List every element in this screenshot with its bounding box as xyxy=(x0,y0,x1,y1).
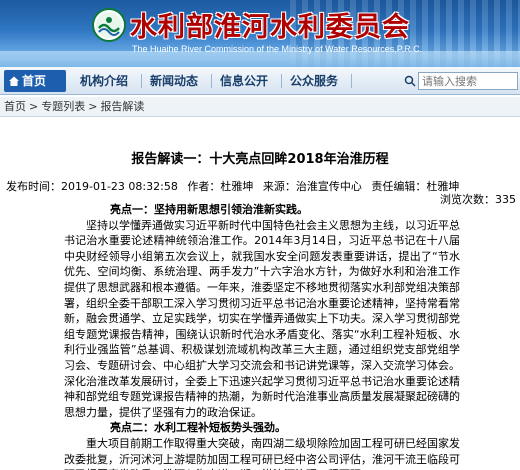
breadcrumb-home[interactable]: 首页 xyxy=(4,97,26,117)
header-banner: 水利部淮河水利委员会 The Huaihe River Commission o… xyxy=(0,0,520,67)
nav-item-gongzhong[interactable]: 公众服务 xyxy=(290,67,338,95)
breadcrumb: 首页 > 专题列表 > 报告解读 xyxy=(0,97,520,117)
nav-home-label: 首页 xyxy=(22,74,47,88)
article-paragraph: 坚持以学懂弄通做实习近平新时代中国特色社会主义思想为主线，以习近平总书记治水重要… xyxy=(64,218,460,419)
nav-item-jigou[interactable]: 机构介绍 xyxy=(80,67,128,95)
commission-logo[interactable] xyxy=(92,8,126,42)
nav-divider xyxy=(351,74,352,88)
site-title-english: The Huaihe River Commission of the Minis… xyxy=(132,44,423,54)
article-body: 亮点一：坚持用新思想引领治淮新实践。 坚持以学懂弄通做实习近平新时代中国特色社会… xyxy=(64,202,460,470)
nav-home[interactable]: 首页 xyxy=(4,70,66,92)
publish-time: 发布时间：2019-01-23 08:32:58 xyxy=(6,180,178,193)
breadcrumb-topic-list[interactable]: 专题列表 xyxy=(41,97,85,117)
article-title: 报告解读一：十大亮点回眸2018年治淮历程 xyxy=(131,152,389,167)
nav-divider xyxy=(141,74,142,88)
search-input[interactable] xyxy=(418,72,518,90)
author: 作者：杜雅坤 xyxy=(187,180,254,193)
section-heading: 亮点一：坚持用新思想引领治淮新实践。 xyxy=(110,203,308,216)
nav-item-xinwen[interactable]: 新闻动态 xyxy=(150,67,198,95)
home-icon xyxy=(9,76,19,86)
nav-item-xinxi[interactable]: 信息公开 xyxy=(220,67,268,95)
main-nav: 首页 机构介绍 新闻动态 信息公开 公众服务 xyxy=(0,67,520,95)
section-heading: 亮点二：水利工程补短板势头强劲。 xyxy=(110,421,286,435)
search-icon[interactable] xyxy=(404,75,416,87)
nav-divider xyxy=(211,74,212,88)
breadcrumb-separator: > xyxy=(88,100,98,113)
breadcrumb-current[interactable]: 报告解读 xyxy=(100,97,144,117)
breadcrumb-separator: > xyxy=(29,100,39,113)
nav-divider xyxy=(281,74,282,88)
source: 来源：治淮宣传中心 xyxy=(262,180,362,193)
article-paragraph: 重大项目前期工作取得重大突破，南四湖二级坝除险加固工程可研已经国家发改委批复，沂… xyxy=(64,436,460,470)
site-title: 水利部淮河水利委员会 xyxy=(130,12,410,43)
